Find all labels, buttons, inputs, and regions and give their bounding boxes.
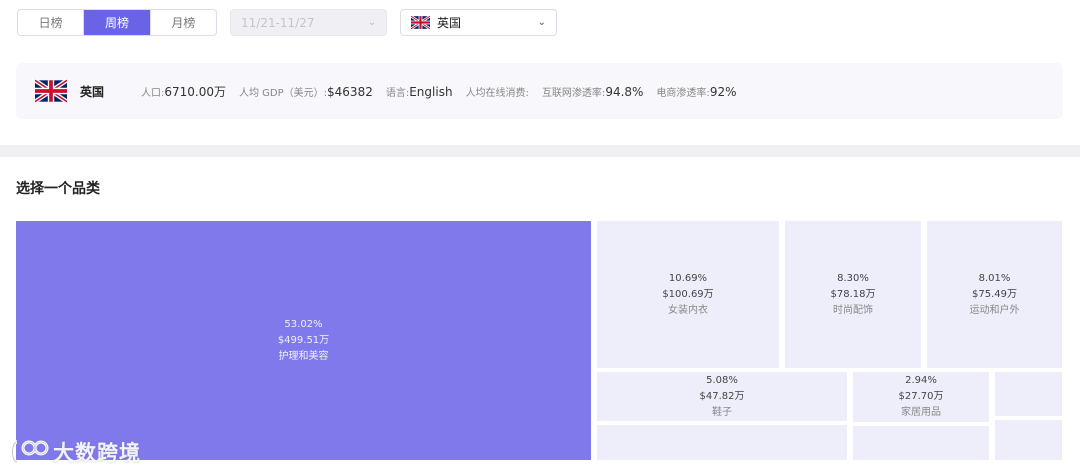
- category-name: 女装内衣: [668, 304, 708, 316]
- category-share: 2.94%: [905, 375, 937, 386]
- watermark-text: 大数跨境: [53, 441, 141, 465]
- stat-online-spend: 人均在线消费:: [466, 84, 529, 99]
- tab-daily[interactable]: 日榜: [18, 10, 85, 35]
- country-info-card: 英国 人口: 6710.00万 人均 GDP（美元）: $46382 语言: E…: [16, 63, 1063, 119]
- category-amount: $499.51万: [277, 334, 330, 346]
- treemap-cell-shoes[interactable]: 5.08% $47.82万 鞋子: [597, 372, 847, 421]
- tab-monthly[interactable]: 月榜: [150, 10, 216, 35]
- treemap-cell-home-goods[interactable]: 2.94% $27.70万 家居用品: [853, 372, 989, 422]
- treemap-cell-unlabeled[interactable]: [597, 425, 847, 460]
- category-name: 护理和美容: [278, 350, 329, 362]
- category-name: 时尚配饰: [833, 304, 873, 316]
- stat-value: 6710.00万: [164, 85, 226, 99]
- stat-label: 语言:: [385, 88, 410, 99]
- section-divider: [0, 145, 1080, 157]
- country-name: 英国: [80, 85, 105, 99]
- stat-label: 互联网渗透率:: [541, 88, 606, 99]
- category-share: 53.02%: [284, 318, 323, 330]
- uk-flag-icon: [411, 16, 430, 29]
- category-share: 8.01%: [978, 272, 1011, 284]
- stat-value: English: [409, 85, 453, 99]
- category-share: 10.69%: [668, 272, 708, 284]
- treemap-cell-unlabeled[interactable]: [995, 372, 1062, 416]
- category-name: 家居用品: [901, 407, 941, 418]
- treemap-cell-fashion-accessories[interactable]: 8.30% $78.18万 时尚配饰: [785, 221, 921, 368]
- treemap-cell-beauty[interactable]: 53.02% $499.51万 护理和美容: [16, 221, 591, 460]
- stat-value: 94.8%: [605, 85, 644, 99]
- date-range-value: 11/21-11/27: [241, 15, 315, 30]
- country-select-label: 英国: [437, 16, 462, 30]
- category-amount: $100.69万: [662, 288, 714, 300]
- chevron-down-icon: ⌄: [367, 17, 376, 28]
- category-amount: $47.82万: [699, 390, 745, 402]
- stat-label: 人口:: [141, 88, 165, 99]
- country-select[interactable]: 英国 ⌄: [400, 9, 557, 36]
- treemap-cell-womens-clothing[interactable]: 10.69% $100.69万 女装内衣: [597, 221, 779, 368]
- country-stats: 人口: 6710.00万 人均 GDP（美元）: $46382 语言: Engl…: [141, 83, 749, 100]
- uk-flag-icon: [35, 79, 67, 103]
- stat-label: 人均 GDP（美元）:: [239, 88, 328, 99]
- treemap-cell-unlabeled[interactable]: [853, 426, 989, 460]
- category-share: 5.08%: [706, 374, 738, 386]
- stat-language: 语言: English: [386, 84, 453, 99]
- stat-label: 电商渗透率:: [656, 88, 710, 99]
- category-amount: $78.18万: [830, 288, 876, 300]
- stat-value: $46382: [327, 85, 373, 99]
- period-tabs: 日榜 周榜 月榜: [17, 9, 217, 36]
- stat-ecommerce-penetration: 电商渗透率: 92%: [656, 84, 736, 99]
- stat-gdp: 人均 GDP（美元）: $46382: [239, 84, 373, 99]
- watermark: 大数跨境: [9, 437, 141, 467]
- section-title: 选择一个品类: [16, 181, 100, 197]
- logo-icon: [10, 440, 49, 464]
- category-amount: $75.49万: [972, 288, 1017, 300]
- category-share: 8.30%: [837, 272, 869, 284]
- chevron-down-icon: ⌄: [537, 17, 546, 28]
- category-name: 鞋子: [712, 406, 732, 418]
- stat-internet-penetration: 互联网渗透率: 94.8%: [542, 84, 644, 99]
- page: 日榜 周榜 月榜 11/21-11/27 ⌄ 英国 ⌄ 英国 人口: 6710.…: [0, 0, 1080, 473]
- date-range-select[interactable]: 11/21-11/27 ⌄: [230, 9, 387, 36]
- stat-population: 人口: 6710.00万: [141, 83, 226, 100]
- stat-value: 92%: [709, 85, 737, 99]
- category-name: 运动和户外: [969, 304, 1020, 316]
- tab-weekly[interactable]: 周榜: [84, 10, 151, 35]
- stat-label: 人均在线消费:: [465, 88, 529, 99]
- category-amount: $27.70万: [898, 391, 944, 402]
- treemap-cell-sports-outdoor[interactable]: 8.01% $75.49万 运动和户外: [927, 221, 1062, 368]
- treemap-cell-unlabeled[interactable]: [995, 420, 1062, 460]
